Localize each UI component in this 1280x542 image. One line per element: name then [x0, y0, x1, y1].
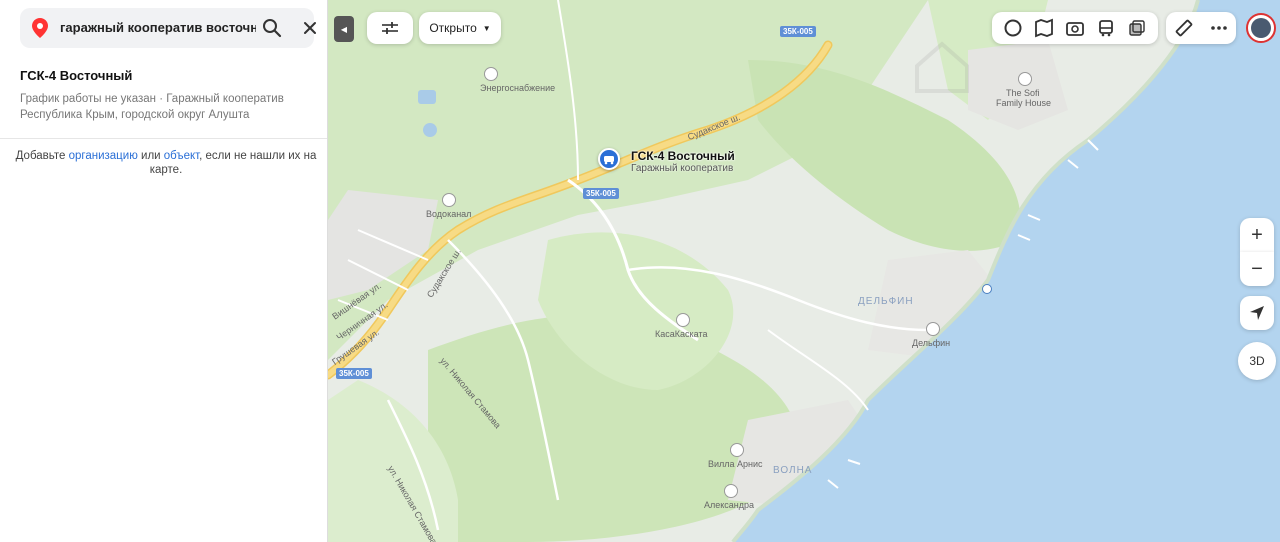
avatar-image — [1251, 18, 1271, 38]
anchor-icon[interactable] — [982, 284, 992, 294]
tools-toolbar — [1166, 12, 1236, 44]
camera-icon[interactable] — [1065, 18, 1085, 38]
result-meta-line2: Республика Крым, городской округ Алушта — [20, 109, 250, 121]
result-meta: График работы не указан · Гаражный коопе… — [20, 91, 310, 123]
collapse-sidebar-button[interactable]: ◀ — [334, 16, 354, 42]
add-object-link[interactable]: объект — [164, 150, 199, 162]
road-shield-1: 35К-005 — [780, 26, 816, 37]
bus-icon[interactable] — [1096, 18, 1116, 38]
marker-title[interactable]: ГСК-4 Восточный — [631, 149, 735, 163]
map-pin-icon — [32, 18, 48, 38]
flag-icon[interactable] — [442, 193, 456, 207]
poi-icon[interactable] — [724, 484, 738, 498]
zoom-in-button[interactable]: + — [1240, 218, 1274, 252]
add-organization-link[interactable]: организацию — [69, 150, 138, 162]
label-vodokanal: Водоканал — [426, 209, 472, 219]
panorama-icon[interactable] — [1003, 18, 1023, 38]
result-title[interactable]: ГСК-4 Восточный — [20, 68, 132, 83]
label-aleksandra: Александра — [704, 500, 755, 510]
map-layer-icon[interactable] — [1034, 18, 1054, 38]
car-icon — [604, 156, 614, 165]
more-icon[interactable] — [1209, 18, 1229, 38]
open-now-dropdown[interactable]: Открыто ▼ — [419, 12, 501, 44]
open-now-label: Открыто — [429, 21, 477, 35]
3d-button[interactable]: 3D — [1238, 342, 1276, 380]
chevron-down-icon: ▼ — [482, 23, 491, 33]
label-villa: Вилла Арнис — [708, 459, 763, 469]
label-volna: ВОЛНА — [773, 465, 813, 476]
layers-icon[interactable] — [1127, 18, 1147, 38]
divider — [0, 138, 327, 139]
label-energo: Энергоснабжение — [480, 83, 556, 93]
watermark-logo — [912, 36, 1252, 106]
locate-button[interactable] — [1240, 296, 1274, 330]
add-note-prefix: Добавьте — [15, 150, 69, 162]
search-box[interactable]: гаражный кооператив восточный — [20, 8, 316, 48]
selected-marker[interactable] — [598, 148, 620, 170]
label-kasa: КасаКаската — [655, 329, 708, 339]
marker-subtitle: Гаражный кооператив — [631, 163, 734, 174]
close-icon[interactable] — [300, 18, 320, 38]
location-arrow-icon — [1250, 306, 1264, 320]
sidebar: гаражный кооператив восточный ГСК-4 Вост… — [0, 0, 328, 542]
flag-icon[interactable] — [484, 67, 498, 81]
layers-toolbar — [992, 12, 1158, 44]
search-input[interactable]: гаражный кооператив восточный — [60, 20, 256, 35]
zoom-out-button[interactable]: − — [1240, 252, 1274, 286]
app-root: гаражный кооператив восточный ГСК-4 Вост… — [0, 0, 1280, 542]
add-note-middle: или — [137, 150, 164, 162]
label-delfin-poi: Дельфин — [912, 338, 951, 348]
filter-button[interactable] — [367, 12, 413, 44]
ruler-icon[interactable] — [1174, 18, 1194, 38]
search-icon[interactable] — [260, 16, 284, 40]
avatar[interactable] — [1246, 13, 1276, 43]
result-meta-line1: График работы не указан · Гаражный коопе… — [20, 93, 284, 105]
poi-icon[interactable] — [676, 313, 690, 327]
road-shield-2: 35К-005 — [583, 188, 619, 199]
road-shield-3: 35К-005 — [336, 368, 372, 379]
poi-icon[interactable] — [730, 443, 744, 457]
add-note: Добавьте организацию или объект, если не… — [14, 149, 318, 177]
sliders-icon — [382, 22, 398, 34]
label-delfin-district: ДЕЛЬФИН — [858, 296, 914, 307]
plane-icon[interactable] — [926, 322, 940, 336]
